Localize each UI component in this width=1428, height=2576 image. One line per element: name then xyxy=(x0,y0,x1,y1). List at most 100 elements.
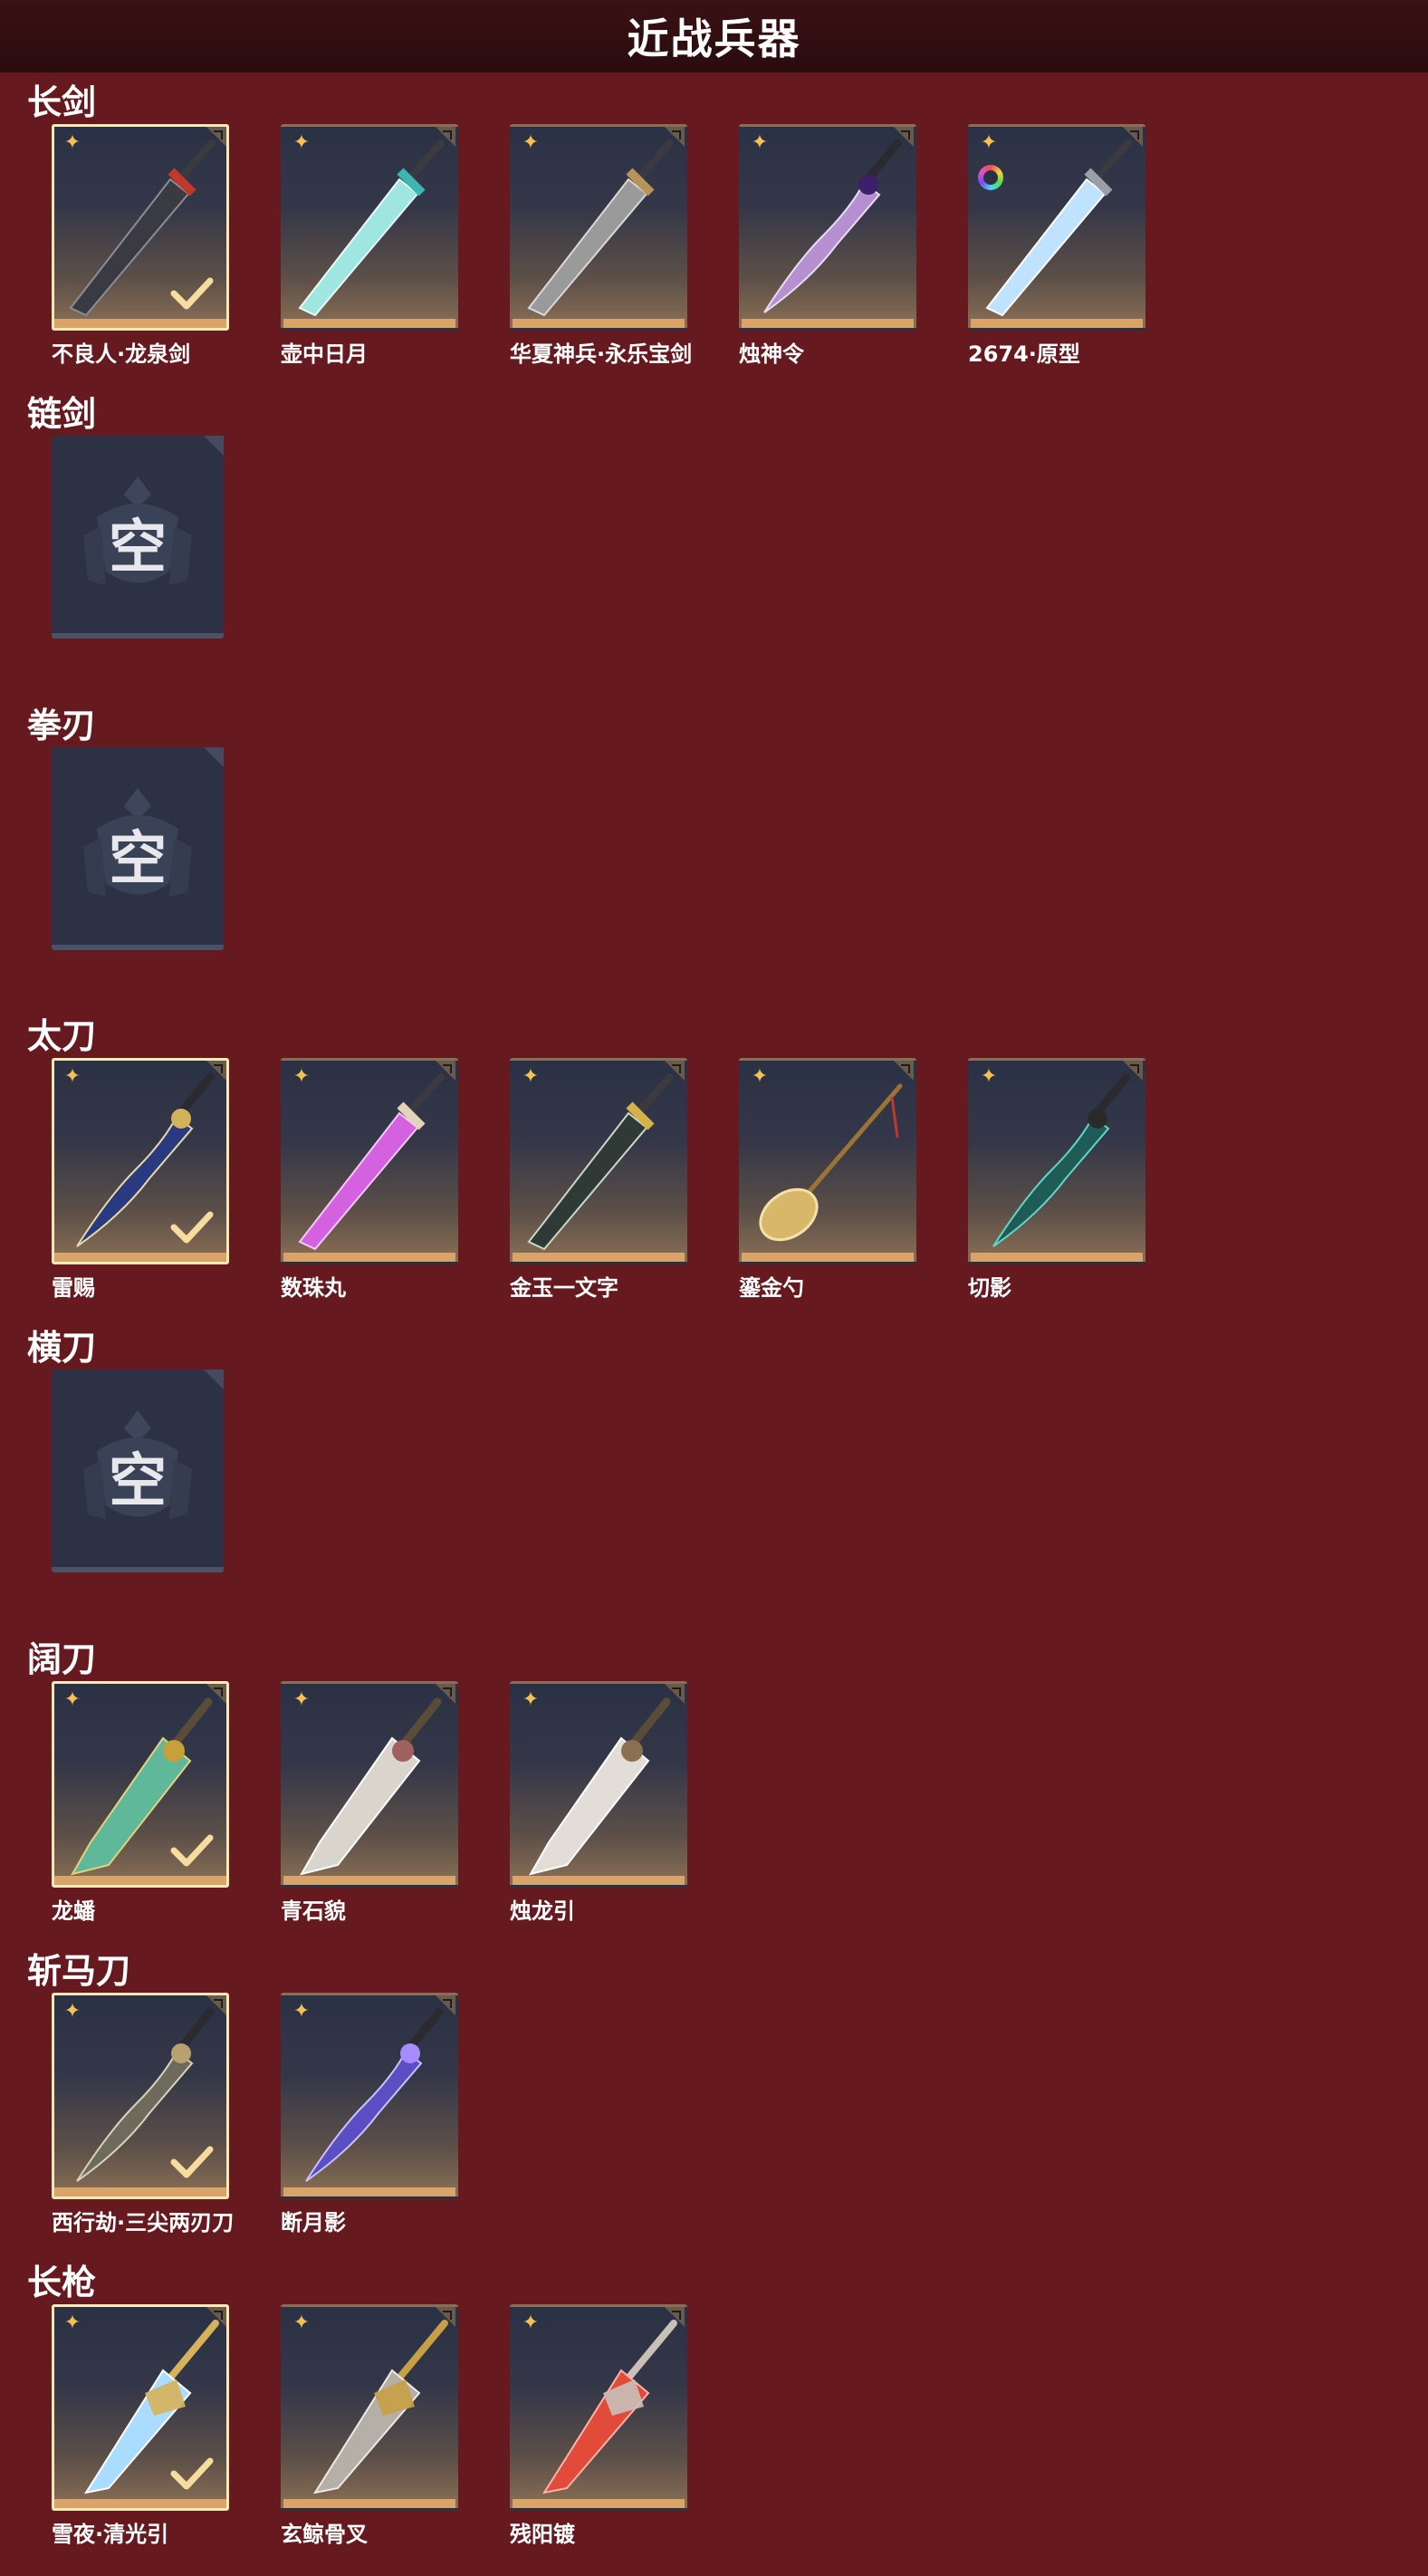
sword-teal-icon xyxy=(298,139,445,317)
weapon-card[interactable]: ✦ xyxy=(281,124,458,331)
weapon-card[interactable]: ✦ xyxy=(52,1993,229,2199)
empty-card: 空 xyxy=(52,436,224,639)
empty-label: 空 xyxy=(109,826,167,893)
weapon-item[interactable]: ✦ 残阳镀 xyxy=(510,2304,687,2548)
weapon-card[interactable]: ✦ xyxy=(739,124,916,331)
star-badge-icon: ✦ xyxy=(63,2000,81,2023)
weapon-item[interactable]: ✦ 龙蟠 xyxy=(52,1681,229,1925)
weapon-name: 西行劫·三尖两刃刀 xyxy=(52,2210,235,2235)
weapon-item[interactable]: ✦ 不良人·龙泉剑 xyxy=(52,124,229,368)
star-badge-icon: ✦ xyxy=(63,131,81,154)
star-badge-icon: ✦ xyxy=(522,2312,540,2334)
weapon-item[interactable]: ✦ 烛神令 xyxy=(739,124,916,368)
weapon-item[interactable]: ✦ 断月影 xyxy=(281,1993,458,2236)
weapon-item[interactable]: ✦ 烛龙引 xyxy=(510,1681,687,1925)
weapon-card[interactable]: ✦ xyxy=(968,124,1145,331)
star-badge-icon: ✦ xyxy=(292,1688,311,1711)
weapon-card[interactable]: ✦ xyxy=(281,1681,458,1888)
card-bottom-bar xyxy=(742,1253,914,1262)
card-bottom-bar xyxy=(513,1253,685,1262)
card-bottom-bar xyxy=(283,319,455,328)
empty-slot[interactable]: 空 xyxy=(52,1370,229,1572)
star-badge-icon: ✦ xyxy=(292,2000,311,2023)
weapon-item[interactable]: ✦ 切影 xyxy=(968,1058,1145,1302)
weapon-name: 雷赐 xyxy=(52,1275,95,1301)
broadsword-white-dragon-icon xyxy=(528,1697,671,1876)
weapon-name: 龙蟠 xyxy=(52,1898,95,1924)
empty-card: 空 xyxy=(52,1370,224,1572)
weapon-item[interactable]: ✦ 数珠丸 xyxy=(281,1058,458,1302)
weapon-card[interactable]: ✦ xyxy=(510,1681,687,1888)
corner-tab-icon xyxy=(204,436,224,456)
weapon-name: 雪夜·清光引 xyxy=(52,2522,169,2547)
empty-slot[interactable]: 空 xyxy=(52,436,229,639)
card-bottom-bar xyxy=(283,1876,455,1885)
empty-label: 空 xyxy=(109,1448,167,1515)
weapon-card[interactable]: ✦ xyxy=(510,124,687,331)
weapon-card[interactable]: ✦ xyxy=(52,1058,229,1264)
weapon-name: 烛神令 xyxy=(739,341,804,367)
checkmark-icon xyxy=(170,277,214,310)
empty-label: 空 xyxy=(109,514,167,582)
weapon-item[interactable]: ✦ 鎏金勺 xyxy=(739,1058,916,1302)
page-title: 近战兵器 xyxy=(627,14,801,63)
spear-red-icon xyxy=(541,2320,677,2494)
star-badge-icon: ✦ xyxy=(751,131,769,154)
weapon-name: 切影 xyxy=(968,1275,1011,1301)
corner-tab-icon xyxy=(204,747,224,767)
weapon-name: 不良人·龙泉剑 xyxy=(52,341,191,367)
trident-bone-icon xyxy=(312,2320,448,2494)
weapon-card[interactable]: ✦ xyxy=(281,1058,458,1264)
checkmark-icon xyxy=(170,1834,214,1867)
sword-purple-curved-icon xyxy=(763,139,902,313)
star-badge-icon: ✦ xyxy=(522,1688,540,1711)
category-title: 链剑 xyxy=(27,394,97,434)
weapon-item[interactable]: ✦ 壶中日月 xyxy=(281,124,458,368)
card-bottom-bar xyxy=(54,1253,226,1262)
weapon-item[interactable]: ✦ 玄鲸骨叉 xyxy=(281,2304,458,2548)
weapon-name: 壶中日月 xyxy=(281,341,368,367)
card-bottom-bar xyxy=(283,2499,455,2508)
checkmark-icon xyxy=(170,2146,214,2178)
empty-slot[interactable]: 空 xyxy=(52,747,229,950)
category-title: 横刀 xyxy=(27,1328,97,1368)
weapon-item[interactable]: ✦ 雪夜·清光引 xyxy=(52,2304,229,2548)
card-bottom-bar xyxy=(971,319,1143,328)
sword-steel-icon xyxy=(527,139,674,317)
weapon-card[interactable]: ✦ xyxy=(510,2304,687,2511)
weapon-item[interactable]: ✦ 西行劫·三尖两刃刀 xyxy=(52,1993,235,2236)
category-title: 斩马刀 xyxy=(27,1951,131,1991)
katana-green-dark-icon xyxy=(992,1072,1131,1247)
weapon-card[interactable]: ✦ xyxy=(281,1993,458,2199)
weapon-card[interactable]: ✦ xyxy=(52,2304,229,2511)
weapon-item[interactable]: ✦ 华夏神兵·永乐宝剑 xyxy=(510,124,693,368)
weapon-name: 华夏神兵·永乐宝剑 xyxy=(510,341,693,367)
weapon-item[interactable]: ✦ 金玉一文字 xyxy=(510,1058,687,1302)
weapon-name: 断月影 xyxy=(281,2210,346,2235)
weapon-card[interactable]: ✦ xyxy=(739,1058,916,1264)
weapon-card[interactable]: ✦ xyxy=(52,1681,229,1888)
category-title: 长枪 xyxy=(27,2263,97,2302)
halberd-purple-icon xyxy=(305,2007,444,2182)
checkmark-icon xyxy=(170,2457,214,2490)
card-bottom-bar xyxy=(54,2499,226,2508)
top-bar: 近战兵器 xyxy=(0,0,1428,72)
card-bottom-bar xyxy=(283,1253,455,1262)
weapon-card[interactable]: ✦ xyxy=(968,1058,1145,1264)
star-badge-icon: ✦ xyxy=(63,2312,81,2334)
empty-card: 空 xyxy=(52,747,224,950)
weapon-name: 玄鲸骨叉 xyxy=(281,2522,368,2547)
star-badge-icon: ✦ xyxy=(292,2312,311,2334)
category-title: 拳刃 xyxy=(27,706,97,745)
weapon-name: 鎏金勺 xyxy=(739,1275,804,1301)
weapon-card[interactable]: ✦ xyxy=(510,1058,687,1264)
category-title: 阔刀 xyxy=(27,1639,97,1679)
weapon-item[interactable]: ✦ 青石貌 xyxy=(281,1681,458,1925)
weapon-item[interactable]: ✦ 2674·原型 xyxy=(968,124,1145,368)
weapon-card[interactable]: ✦ xyxy=(281,2304,458,2511)
weapon-card[interactable]: ✦ xyxy=(52,124,229,331)
weapon-item[interactable]: ✦ 雷赐 xyxy=(52,1058,229,1302)
golden-spoon-icon xyxy=(759,1083,903,1242)
card-bottom-bar xyxy=(971,1253,1143,1262)
weapon-name: 烛龙引 xyxy=(510,1898,575,1924)
